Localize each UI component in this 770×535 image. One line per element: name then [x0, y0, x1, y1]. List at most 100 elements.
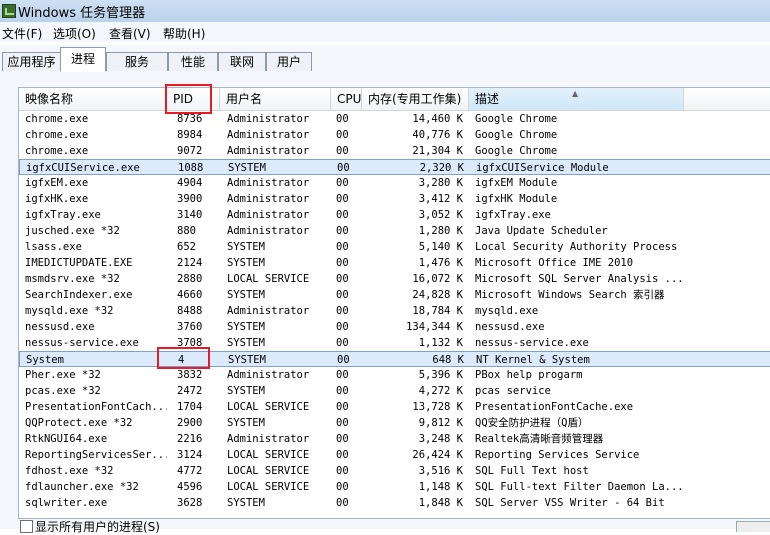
- cell-desc: Java Update Scheduler: [475, 225, 608, 237]
- table-row[interactable]: fdlauncher.exe *32 4596 LOCAL SERVICE 00 1,1…: [19, 479, 770, 495]
- table-row[interactable]: pcas.exe *32 2472 SYSTEM 00 4,272 K pcas serv…: [19, 383, 770, 399]
- cell-cpu: 00: [336, 225, 349, 237]
- cell-user: Administrator: [227, 433, 310, 445]
- cell-desc: Reporting Services Service: [475, 449, 640, 461]
- table-row[interactable]: sqlwriter.exe 3628 SYSTEM 00 1,848 K SQL Serv…: [19, 495, 770, 511]
- cell-name: IMEDICTUPDATE.EXE: [25, 257, 133, 269]
- table-row[interactable]: RtkNGUI64.exe 2216 Administrator 00 3,248 K R…: [19, 431, 770, 447]
- table-row[interactable]: PresentationFontCach... 1704 LOCAL SERVICE…: [19, 399, 770, 415]
- show-all-users-checkbox[interactable]: [20, 520, 33, 533]
- cell-name: chrome.exe: [25, 113, 89, 125]
- cell-pid: 3832: [177, 369, 203, 381]
- cell-pid: 2900: [177, 417, 203, 429]
- col-memory[interactable]: 内存(专用工作集): [362, 88, 469, 110]
- tab-strip: 应用程序 进程 服务 性能 联网 用户: [0, 45, 770, 72]
- table-row[interactable]: msmdsrv.exe *32 2880 LOCAL SERVICE 00 16,072…: [19, 271, 770, 287]
- cell-cpu: 00: [336, 497, 349, 509]
- window-title: Windows 任务管理器: [18, 6, 146, 21]
- table-row[interactable]: igfxHK.exe 3900 Administrator 00 3,412 K igfx…: [19, 191, 770, 207]
- cell-mem: 13,728 K: [412, 401, 463, 413]
- cell-mem: 648 K: [432, 354, 464, 366]
- cell-user: SYSTEM: [227, 289, 265, 301]
- table-row[interactable]: IMEDICTUPDATE.EXE 2124 SYSTEM 00 1,476 K Micr…: [19, 255, 770, 271]
- cell-desc: Microsoft SQL Server Analysis ...: [475, 273, 684, 285]
- menu-view[interactable]: 查看(V): [109, 25, 151, 42]
- cell-pid: 3900: [177, 193, 203, 205]
- cell-user: Administrator: [227, 177, 310, 189]
- cell-user: SYSTEM: [227, 337, 265, 349]
- table-row[interactable]: jusched.exe *32 880 Administrator 00 1,280 K…: [19, 223, 770, 239]
- cell-name: nessusd.exe: [25, 321, 95, 333]
- col-image-name[interactable]: 映像名称: [19, 88, 167, 110]
- cell-name: jusched.exe *32: [25, 225, 120, 237]
- cell-pid: 1704: [177, 401, 203, 413]
- cell-mem: 9,812 K: [418, 417, 463, 429]
- cell-cpu: 00: [336, 481, 349, 493]
- cell-name: chrome.exe: [25, 145, 89, 157]
- table-row[interactable]: ReportingServicesSer... 3124 LOCAL SERVICE…: [19, 447, 770, 463]
- cell-cpu: 00: [336, 209, 349, 221]
- table-row[interactable]: nessusd.exe 3760 SYSTEM 00 134,344 K nessusd.…: [19, 319, 770, 335]
- cell-cpu: 00: [336, 257, 349, 269]
- menu-help[interactable]: 帮助(H): [163, 25, 205, 42]
- cell-cpu: 00: [336, 321, 349, 333]
- tab-services[interactable]: 服务: [106, 52, 168, 72]
- cell-user: LOCAL SERVICE: [227, 481, 310, 493]
- cell-name: mysqld.exe *32: [25, 305, 114, 317]
- cell-mem: 1,280 K: [418, 225, 463, 237]
- cell-name: igfxEM.exe: [25, 177, 89, 189]
- cell-user: SYSTEM: [227, 321, 265, 333]
- cell-mem: 26,424 K: [412, 449, 463, 461]
- table-row[interactable]: igfxEM.exe 4904 Administrator 00 3,280 K igfx…: [19, 175, 770, 191]
- cell-user: LOCAL SERVICE: [227, 401, 310, 413]
- tab-processes[interactable]: 进程: [60, 47, 106, 72]
- cell-user: SYSTEM: [228, 162, 266, 174]
- cell-user: Administrator: [227, 193, 310, 205]
- tab-networking[interactable]: 联网: [218, 52, 266, 72]
- cell-desc: SQL Full-text Filter Daemon La...: [475, 481, 684, 493]
- column-header: 映像名称 PID 用户名 CPU 内存(专用工作集) 描述 ▲: [19, 88, 770, 111]
- tab-performance[interactable]: 性能: [168, 52, 218, 72]
- cell-user: Administrator: [227, 145, 310, 157]
- table-row[interactable]: lsass.exe 652 SYSTEM 00 5,140 K Local Securit…: [19, 239, 770, 255]
- cell-desc: igfxTray.exe: [475, 209, 551, 221]
- table-row[interactable]: chrome.exe 8736 Administrator 00 14,460 K Goo…: [19, 111, 770, 127]
- table-row[interactable]: System 4 SYSTEM 00 648 K NT Kernel & System: [19, 351, 770, 367]
- cell-pid: 8488: [177, 305, 203, 317]
- cell-mem: 134,344 K: [406, 321, 463, 333]
- cell-cpu: 00: [336, 305, 349, 317]
- table-row[interactable]: chrome.exe 8984 Administrator 00 40,776 K Goo…: [19, 127, 770, 143]
- cell-user: Administrator: [227, 209, 310, 221]
- title-bar: Windows 任务管理器: [0, 0, 770, 22]
- tab-users[interactable]: 用户: [266, 52, 312, 72]
- cell-mem: 3,248 K: [418, 433, 463, 445]
- cell-desc: pcas service: [475, 385, 551, 397]
- table-row[interactable]: mysqld.exe *32 8488 Administrator 00 18,784 …: [19, 303, 770, 319]
- cell-mem: 3,516 K: [418, 465, 463, 477]
- cell-name: RtkNGUI64.exe: [25, 433, 108, 445]
- cell-pid: 9072: [177, 145, 203, 157]
- tab-applications[interactable]: 应用程序: [2, 52, 61, 72]
- table-row[interactable]: Pher.exe *32 3832 Administrator 00 5,396 K PB…: [19, 367, 770, 383]
- cell-pid: 4596: [177, 481, 203, 493]
- cell-pid: 3140: [177, 209, 203, 221]
- table-row[interactable]: chrome.exe 9072 Administrator 00 21,304 K Goo…: [19, 143, 770, 159]
- table-row[interactable]: igfxCUIService.exe 1088 SYSTEM 00 2,320 K igf…: [19, 159, 770, 175]
- cell-desc: nessus-service.exe: [475, 337, 589, 349]
- cell-mem: 14,460 K: [412, 113, 463, 125]
- process-list[interactable]: 映像名称 PID 用户名 CPU 内存(专用工作集) 描述 ▲ chrome.e…: [18, 87, 770, 519]
- table-row[interactable]: nessus-service.exe 3708 SYSTEM 00 1,132 Knes…: [19, 335, 770, 351]
- menu-file[interactable]: 文件(F): [2, 25, 42, 42]
- table-row[interactable]: SearchIndexer.exe 4660 SYSTEM 00 24,828 K Mic…: [19, 287, 770, 303]
- cell-mem: 16,072 K: [412, 273, 463, 285]
- table-row[interactable]: igfxTray.exe 3140 Administrator 00 3,052 K ig…: [19, 207, 770, 223]
- menu-bar: 文件(F) 选项(O) 查看(V) 帮助(H): [0, 22, 770, 42]
- end-process-button[interactable]: [736, 521, 770, 532]
- table-row[interactable]: QQProtect.exe *32 2900 SYSTEM 00 9,812 K QQ安全…: [19, 415, 770, 431]
- col-cpu[interactable]: CPU: [331, 88, 362, 110]
- col-user-name[interactable]: 用户名: [220, 88, 331, 110]
- menu-options[interactable]: 选项(O): [53, 25, 96, 42]
- table-row[interactable]: fdhost.exe *32 4772 LOCAL SERVICE 00 3,516 K…: [19, 463, 770, 479]
- cell-pid: 1088: [178, 162, 204, 174]
- cell-mem: 1,148 K: [418, 481, 463, 493]
